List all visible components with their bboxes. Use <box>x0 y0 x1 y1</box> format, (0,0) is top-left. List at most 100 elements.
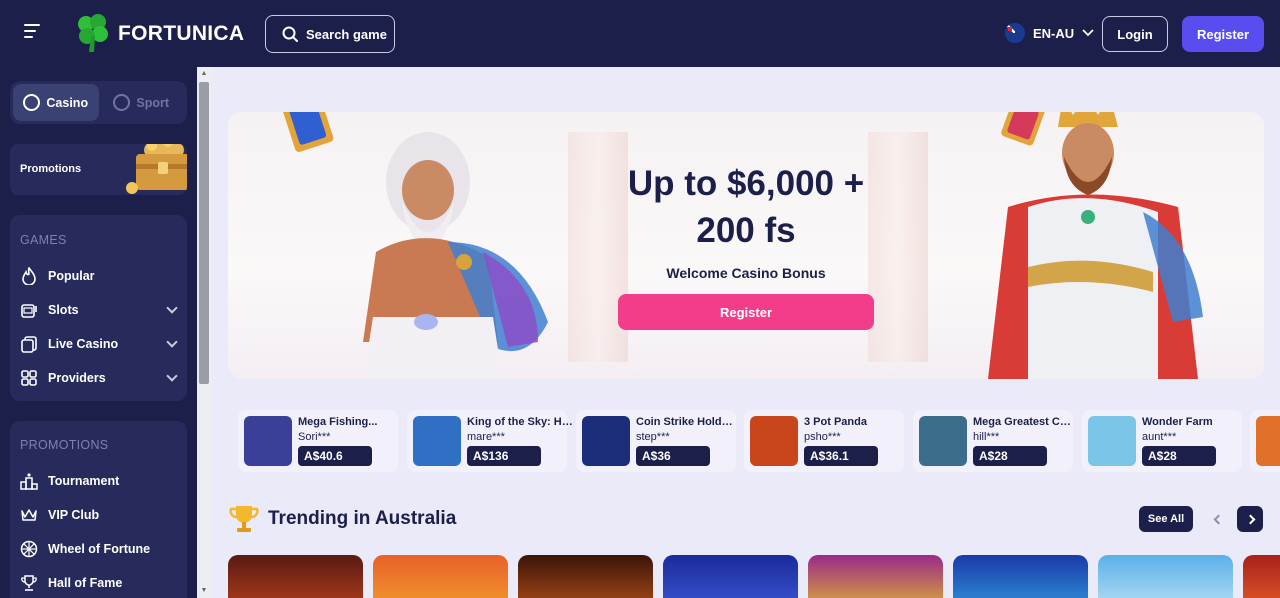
recent-win-card[interactable]: Coin Strike Hold a... step*** A$36 <box>576 410 736 472</box>
trending-game-tile[interactable] <box>518 555 653 598</box>
sidebar-item-live-casino[interactable]: Live Casino <box>20 332 180 356</box>
win-username: step*** <box>636 431 670 443</box>
trending-game-tile-partial[interactable] <box>1243 555 1280 598</box>
top-header: FORTUNICA Search game EN-AU Login Regist… <box>0 0 1280 67</box>
scroll-up-arrow-icon[interactable]: ▲ <box>199 69 209 79</box>
register-button[interactable]: Register <box>1182 16 1264 52</box>
win-game-name: Mega Fishing... <box>298 416 378 428</box>
flame-icon <box>20 267 38 285</box>
podium-icon <box>20 472 38 490</box>
search-icon <box>282 26 298 42</box>
gold-trophy-icon <box>229 506 259 532</box>
win-amount: A$36 <box>636 446 710 466</box>
trending-game-tile[interactable] <box>1098 555 1233 598</box>
games-menu: GAMES Popular Slots Live Casino Provider… <box>10 215 187 401</box>
win-amount: A$28 <box>973 446 1047 466</box>
game-thumbnail <box>413 416 461 466</box>
promotions-card[interactable]: Promotions <box>10 144 187 195</box>
game-thumbnail <box>919 416 967 466</box>
providers-label: Providers <box>48 371 106 385</box>
win-username: Sori*** <box>298 431 331 443</box>
win-game-name: King of the Sky: Hit... <box>467 416 575 428</box>
sidebar-item-wheel-of-fortune[interactable]: Wheel of Fortune <box>20 537 180 561</box>
win-username: psho*** <box>804 431 841 443</box>
win-username: hill*** <box>973 431 1000 443</box>
trending-game-tile[interactable] <box>663 555 798 598</box>
sidebar-item-vip-club[interactable]: VIP Club <box>20 503 180 527</box>
hero-title-line1: Up to $6,000 + <box>627 164 865 203</box>
brand-logo[interactable]: FORTUNICA <box>76 14 244 54</box>
popular-label: Popular <box>48 269 95 283</box>
win-username: aunt*** <box>1142 431 1177 443</box>
promotions-section-title: PROMOTIONS <box>20 438 109 452</box>
trophy-icon <box>20 574 38 592</box>
win-game-name: Mega Greatest Catc... <box>973 416 1071 428</box>
wheel-icon <box>20 540 38 558</box>
win-amount: A$28 <box>1142 446 1216 466</box>
sidebar-item-hall-of-fame[interactable]: Hall of Fame <box>20 571 180 595</box>
win-game-name: 3 Pot Panda <box>804 416 867 428</box>
win-username: mare*** <box>467 431 505 443</box>
sidebar-item-tournament[interactable]: Tournament <box>20 469 180 493</box>
promotions-menu: PROMOTIONS Tournament VIP Club Wheel of … <box>10 421 187 598</box>
trending-title: Trending in Australia <box>268 508 457 529</box>
game-thumbnail <box>1256 416 1280 466</box>
sidebar-item-slots[interactable]: Slots <box>20 298 180 322</box>
chevron-right-icon <box>1245 514 1255 524</box>
casino-chip-icon <box>23 94 41 111</box>
trending-game-tile[interactable] <box>953 555 1088 598</box>
tab-casino[interactable]: Casino <box>13 84 99 121</box>
login-button[interactable]: Login <box>1102 16 1168 52</box>
wheel-of-fortune-label: Wheel of Fortune <box>48 542 151 556</box>
chevron-down-icon <box>1082 29 1094 37</box>
language-selector[interactable]: EN-AU <box>1005 23 1094 43</box>
win-game-name: Wonder Farm <box>1142 416 1213 428</box>
chevron-left-icon <box>1213 514 1223 524</box>
tab-sport-label: Sport <box>136 95 170 110</box>
vip-club-label: VIP Club <box>48 508 100 522</box>
carousel-next-button[interactable] <box>1237 506 1263 532</box>
see-all-button[interactable]: See All <box>1139 506 1193 532</box>
live-casino-label: Live Casino <box>48 337 119 351</box>
sidebar-item-providers[interactable]: Providers <box>20 366 180 390</box>
game-thumbnail <box>1088 416 1136 466</box>
hero-register-button[interactable]: Register <box>618 294 874 330</box>
chevron-down-icon <box>166 370 178 382</box>
search-label: Search game <box>306 26 387 42</box>
sapphire-gem-icon <box>281 112 334 152</box>
recent-win-card[interactable]: Mega Greatest Catc... hill*** A$28 <box>913 410 1073 472</box>
win-amount: A$36.1 <box>804 446 878 466</box>
sidebar-item-popular[interactable]: Popular <box>20 264 180 288</box>
sidebar-scroll-thumb[interactable] <box>199 82 209 384</box>
scroll-down-arrow-icon[interactable]: ▼ <box>199 586 209 596</box>
hero-subtitle: Welcome Casino Bonus <box>666 265 826 281</box>
recent-win-card[interactable]: Mega Fishing... Sori*** A$40.6 <box>238 410 398 472</box>
game-thumbnail <box>582 416 630 466</box>
carousel-prev-button[interactable] <box>1205 506 1231 532</box>
trending-game-tile[interactable] <box>373 555 508 598</box>
search-button[interactable]: Search game <box>265 15 395 53</box>
trending-game-tile[interactable] <box>228 555 363 598</box>
tab-sport[interactable]: Sport <box>99 84 185 121</box>
win-amount: A$40.6 <box>298 446 372 466</box>
hero-title-line2: 200 fs <box>696 211 796 250</box>
recent-win-card-partial[interactable] <box>1250 410 1280 472</box>
hall-of-fame-label: Hall of Fame <box>48 576 123 590</box>
clover-logo-icon <box>78 14 108 52</box>
banner-top-spacer <box>211 67 1280 112</box>
treasure-chest-icon <box>126 144 187 194</box>
recent-win-card[interactable]: 3 Pot Panda psho*** A$36.1 <box>744 410 904 472</box>
grid-icon <box>20 369 38 387</box>
cards-icon <box>20 335 38 353</box>
win-game-name: Coin Strike Hold a... <box>636 416 734 428</box>
recent-win-card[interactable]: Wonder Farm aunt*** A$28 <box>1082 410 1242 472</box>
trending-game-tile[interactable] <box>808 555 943 598</box>
language-label: EN-AU <box>1033 25 1075 41</box>
tab-casino-label: Casino <box>46 95 89 110</box>
game-thumbnail <box>750 416 798 466</box>
chevron-down-icon <box>166 302 178 314</box>
recent-win-card[interactable]: King of the Sky: Hit... mare*** A$136 <box>407 410 575 472</box>
slot-machine-icon <box>20 301 38 319</box>
win-amount: A$136 <box>467 446 541 466</box>
menu-toggle-icon[interactable] <box>24 24 42 42</box>
